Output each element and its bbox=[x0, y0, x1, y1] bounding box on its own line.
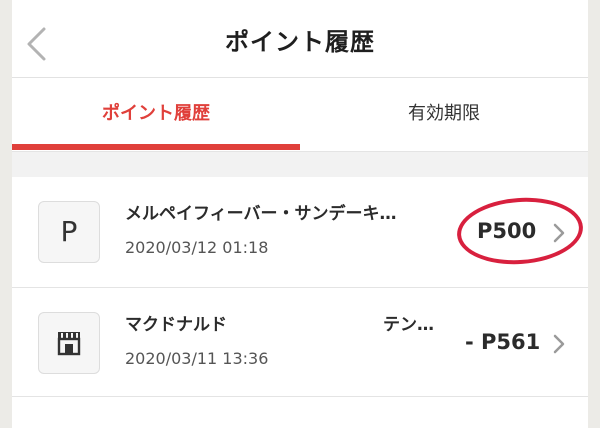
app-screen: ポイント履歴 ポイント履歴 有効期限 P メルペイフィーバー・サンデーキ… 20… bbox=[12, 0, 588, 428]
highlight-circle bbox=[454, 193, 586, 269]
tab-point-history[interactable]: ポイント履歴 bbox=[12, 78, 300, 152]
active-tab-indicator bbox=[12, 144, 300, 150]
page-title: ポイント履歴 bbox=[225, 28, 375, 56]
transaction-row[interactable]: マクドナルド テン… 2020/03/11 13:36 - P561 bbox=[12, 287, 588, 397]
transaction-date: 2020/03/11 13:36 bbox=[125, 349, 269, 368]
transaction-title: メルペイフィーバー・サンデーキ… bbox=[125, 204, 397, 224]
tab-expiration[interactable]: 有効期限 bbox=[300, 78, 588, 152]
transaction-date: 2020/03/12 01:18 bbox=[125, 238, 269, 257]
transaction-list: P メルペイフィーバー・サンデーキ… 2020/03/12 01:18 P500 bbox=[12, 177, 588, 428]
chevron-right-icon bbox=[552, 333, 566, 355]
store-icon bbox=[38, 312, 100, 374]
point-icon: P bbox=[38, 201, 100, 263]
section-divider bbox=[12, 152, 588, 177]
transaction-row[interactable]: P メルペイフィーバー・サンデーキ… 2020/03/12 01:18 P500 bbox=[12, 177, 588, 287]
navigation-bar: ポイント履歴 bbox=[12, 0, 588, 78]
next-row-partial bbox=[12, 397, 588, 428]
transaction-amount: - P561 bbox=[465, 330, 541, 354]
tab-bar: ポイント履歴 有効期限 bbox=[12, 78, 588, 152]
merchant-name: マクドナルド bbox=[125, 315, 227, 335]
merchant-branch: テン… bbox=[383, 315, 434, 335]
